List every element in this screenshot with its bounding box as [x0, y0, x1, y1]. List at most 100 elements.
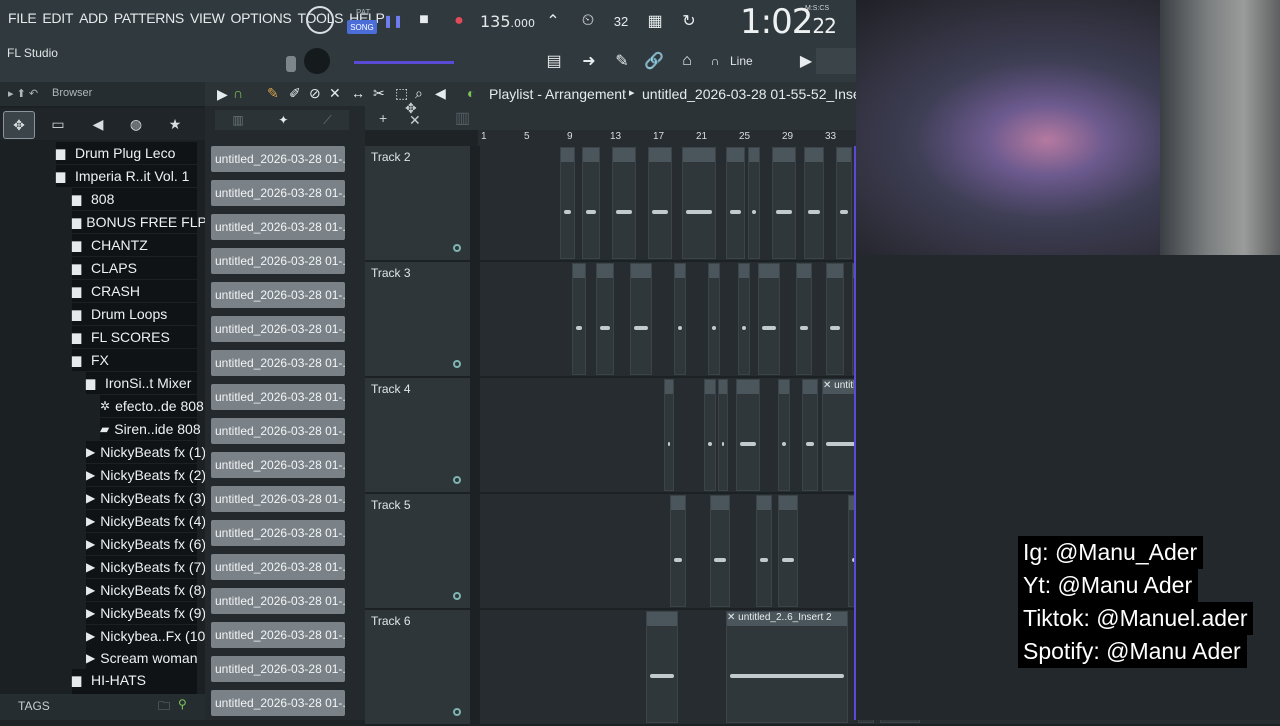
channel-button[interactable]: untitled_2026-03-28 01-... [211, 486, 345, 512]
channel-button[interactable]: untitled_2026-03-28 01-... [211, 384, 345, 410]
loop-record-icon[interactable]: ↻ [676, 10, 702, 32]
playback-icon[interactable]: ◀ [435, 85, 446, 102]
audio-clip[interactable] [682, 147, 716, 259]
channel-button[interactable]: untitled_2026-03-28 01-... [211, 418, 345, 444]
breadcrumb[interactable]: untitled_2026-03-28 01-55-52_Inse [642, 86, 861, 102]
play-pattern-icon[interactable]: ▶ [798, 52, 814, 70]
browser-item[interactable]: ▶ NickyBeats fx (8) [86, 579, 206, 601]
browser-item[interactable]: ✲ efecto..de 808 [100, 395, 204, 417]
online-content-icon[interactable]: ◍ [121, 111, 151, 137]
browser-item[interactable]: ▶ NickyBeats fx (6) [86, 533, 206, 555]
browser-item[interactable]: ▶ NickyBeats fx (9) [86, 602, 206, 624]
channel-button[interactable]: untitled_2026-03-28 01-... [211, 520, 345, 546]
track-enable-icon[interactable] [453, 476, 461, 484]
browser-item[interactable]: ▶ Scream woman [86, 647, 198, 669]
channel-button[interactable]: untitled_2026-03-28 01-... [211, 690, 345, 716]
browser-item[interactable]: ▆ FX [72, 349, 197, 371]
pitch-knob[interactable] [304, 48, 330, 74]
browser-item[interactable]: ▆ CLAPS [72, 257, 197, 279]
typing-keyboard-icon[interactable]: ▦ [642, 10, 668, 32]
browser-item[interactable]: ▆ FL SCORES [72, 326, 197, 348]
magnet-icon[interactable]: ∩ [233, 85, 243, 101]
track-enable-icon[interactable] [453, 592, 461, 600]
browser-item[interactable]: ▶ NickyBeats fx (1) [86, 441, 206, 463]
browser-item[interactable]: ▆ IronSi..t Mixer [86, 372, 197, 394]
audio-clip[interactable] [778, 379, 790, 491]
audio-clip[interactable] [582, 147, 600, 259]
track-header[interactable]: Track 2 [365, 146, 470, 262]
cut-icon[interactable]: ⟋ [323, 113, 331, 128]
audio-clip[interactable] [804, 147, 824, 259]
audio-clip[interactable] [778, 495, 798, 607]
browser-item[interactable]: ▶ Nickybea..Fx (10) [86, 625, 210, 647]
step-edit-icon[interactable]: 32 [608, 10, 634, 32]
menu-view[interactable]: VIEW [190, 10, 225, 26]
master-volume-knob[interactable] [306, 6, 334, 34]
audio-clip[interactable] [738, 263, 750, 375]
record-icon[interactable]: ● [450, 12, 468, 30]
channel-button[interactable]: untitled_2026-03-28 01-... [211, 146, 345, 172]
delete-icon[interactable]: ⊘ [309, 85, 321, 102]
clip-close-icon[interactable]: ✕ [727, 612, 738, 623]
pause-icon[interactable]: ❚❚ [383, 12, 403, 30]
menu-add[interactable]: ADD [79, 10, 108, 26]
audio-clip[interactable] [836, 147, 852, 259]
song-mode-toggle[interactable]: SONG [347, 20, 377, 34]
folder-icon[interactable]: 🗀 [158, 697, 170, 718]
browser-item[interactable]: ▆ Drum Loops [72, 303, 197, 325]
browser-item[interactable]: ▶ NickyBeats fx (3) [86, 487, 206, 509]
audio-clip[interactable] [596, 263, 614, 375]
menu-file[interactable]: FILE [8, 10, 37, 26]
browser-item[interactable]: ▆ CRASH [72, 280, 197, 302]
track-enable-icon[interactable] [453, 244, 461, 252]
audio-clip[interactable] [710, 495, 730, 607]
slip-icon[interactable]: ↔ [351, 85, 365, 101]
menu-patterns[interactable]: PATTERNS [114, 10, 185, 26]
track-enable-icon[interactable] [453, 360, 461, 368]
channel-button[interactable]: untitled_2026-03-28 01-... [211, 282, 345, 308]
audio-clip[interactable] [758, 263, 780, 375]
pattern-selector[interactable] [816, 48, 856, 74]
add-track-icon[interactable]: + [379, 110, 387, 126]
clip-close-icon[interactable]: ✕ [823, 380, 834, 391]
channel-button[interactable]: untitled_2026-03-28 01-... [211, 656, 345, 682]
browser-item[interactable]: ▆ Imperia R..it Vol. 1 [56, 165, 197, 187]
slice-icon[interactable]: ✂ [373, 85, 385, 102]
stop-icon[interactable]: ■ [416, 11, 432, 28]
browser-item[interactable]: ▆ BONUS FREE FLP [72, 211, 207, 233]
audio-clip[interactable] [674, 263, 686, 375]
audio-clip[interactable] [826, 263, 844, 375]
audio-clip[interactable] [708, 263, 720, 375]
link-icon[interactable]: 🔗 [644, 52, 664, 70]
browser-item[interactable]: ▰ Siren..ide 808 [100, 418, 201, 440]
close-icon[interactable]: ✕ [409, 112, 421, 129]
audio-clip[interactable] [704, 379, 716, 491]
audio-clip[interactable] [772, 147, 796, 259]
channel-button[interactable]: untitled_2026-03-28 01-... [211, 554, 345, 580]
audio-clip[interactable] [802, 379, 818, 491]
audio-clip[interactable] [646, 611, 678, 723]
audio-clip[interactable] [670, 495, 686, 607]
channel-button[interactable]: untitled_2026-03-28 01-... [211, 350, 345, 376]
audio-clip[interactable] [664, 379, 674, 491]
track-header[interactable]: Track 5 [365, 494, 470, 610]
favorites-star-icon[interactable]: ★ [160, 111, 190, 137]
pencil-icon[interactable]: ✎ [267, 85, 279, 102]
project-files-icon[interactable]: ▭ [43, 111, 73, 137]
channel-button[interactable]: untitled_2026-03-28 01-... [211, 622, 345, 648]
audio-clip[interactable] [726, 147, 745, 259]
search-icon[interactable]: ⚲ [178, 697, 187, 711]
browser-item[interactable]: ▆ HI-HATS [72, 669, 197, 691]
menu-edit[interactable]: EDIT [42, 10, 73, 26]
piano-roll-icon[interactable]: ▤ [542, 52, 566, 70]
mute-icon[interactable]: ✕ [329, 85, 341, 102]
audio-clip[interactable] [756, 495, 772, 607]
channel-button[interactable]: untitled_2026-03-28 01-... [211, 214, 345, 240]
piano-icon[interactable]: ▥ [455, 108, 470, 128]
audio-clip[interactable] [560, 147, 575, 259]
audio-clip[interactable] [648, 147, 672, 259]
channel-button[interactable]: untitled_2026-03-28 01-... [211, 452, 345, 478]
paint-brush-icon[interactable]: ✐ [289, 85, 301, 102]
audio-clip[interactable] [718, 379, 728, 491]
audio-clip[interactable] [748, 147, 760, 259]
